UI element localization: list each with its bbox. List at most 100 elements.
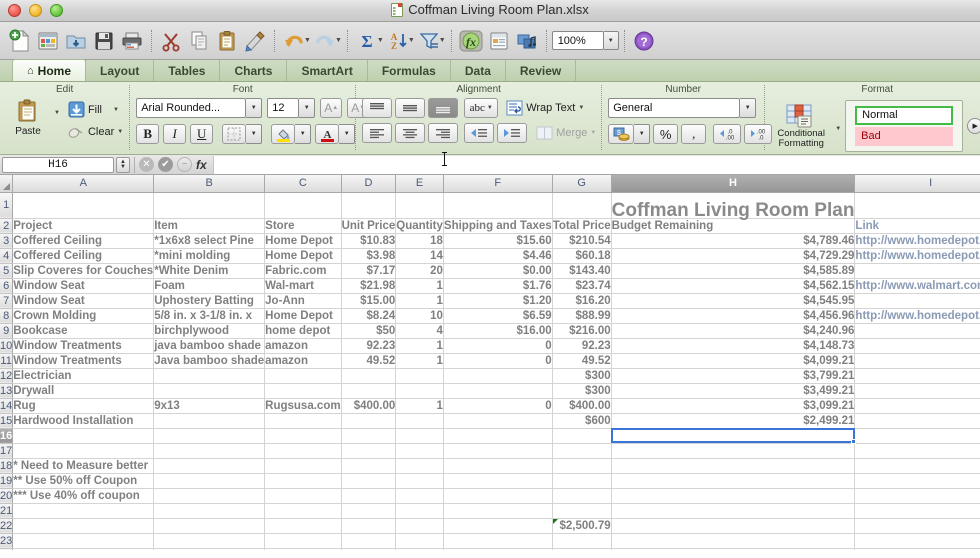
cell-A14[interactable]: Rug [12, 398, 155, 414]
cell-A10[interactable]: Window Treatments [12, 338, 155, 354]
printer-icon[interactable] [118, 26, 146, 56]
fill-button[interactable]: Fill ▼ [68, 101, 123, 118]
sheet-row[interactable]: 22 $2,500.79 [0, 518, 980, 534]
redo-arrow-icon[interactable] [311, 26, 339, 56]
cell-C17[interactable] [264, 443, 342, 459]
cell-I4[interactable]: http://www.homedepot.com [854, 248, 980, 264]
cell-B6[interactable]: Foam [153, 278, 266, 294]
cell-H22[interactable] [611, 518, 856, 534]
cell-G5[interactable]: $143.40 [552, 263, 612, 279]
cell-F11[interactable]: 0 [443, 353, 553, 369]
cell-I14[interactable] [854, 398, 980, 414]
sort-az-icon[interactable]: A Z [384, 26, 412, 56]
cell-D23[interactable] [341, 533, 397, 549]
cell-D15[interactable] [341, 413, 397, 429]
cell-C11[interactable]: amazon [264, 353, 342, 369]
new-document-icon[interactable] [6, 26, 34, 56]
cell-H20[interactable] [611, 488, 856, 504]
sheet-row[interactable]: 14 Rug 9x13 Rugsusa.com $400.00 1 0 $400.00 $3,0… [0, 398, 980, 414]
cell-F3[interactable]: $15.60 [443, 233, 553, 249]
cell-E20[interactable] [395, 488, 444, 504]
cell-A11[interactable]: Window Treatments [12, 353, 155, 369]
cell-I19[interactable] [854, 473, 980, 489]
cell-B12[interactable] [153, 368, 266, 384]
align-right-button[interactable] [428, 123, 459, 143]
gallery-icon[interactable] [34, 26, 62, 56]
cell-A21[interactable] [12, 503, 155, 519]
sheet-row[interactable]: 8 Crown Molding 5/8 in. x 3-1/8 in. x Home … [0, 308, 980, 324]
row-header-13[interactable]: 13 [0, 383, 14, 399]
cell-A9[interactable]: Bookcase [12, 323, 155, 339]
cell-F9[interactable]: $16.00 [443, 323, 553, 339]
cell-A1[interactable] [12, 192, 155, 219]
cell-C4[interactable]: Home Depot [264, 248, 342, 264]
cell-A13[interactable]: Drywall [12, 383, 155, 399]
cell-A23[interactable] [12, 533, 155, 549]
cell-G10[interactable]: 92.23 [552, 338, 612, 354]
cell-B14[interactable]: 9x13 [153, 398, 266, 414]
cell-D4[interactable]: $3.98 [341, 248, 397, 264]
cell-G23[interactable] [552, 533, 612, 549]
worksheet-table[interactable]: ABCDEFGHI 1 Coffman Living Room Plan 2 Proj… [0, 175, 980, 550]
grow-font-button[interactable]: A ▲ [320, 98, 343, 118]
sheet-row[interactable]: 18 * Need to Measure better [0, 458, 980, 474]
name-box-stepper[interactable]: ▲ ▼ [116, 156, 130, 173]
cell-H21[interactable] [611, 503, 856, 519]
cell-H13[interactable]: $3,499.21 [611, 383, 856, 399]
row-header-22[interactable]: 22 [0, 518, 14, 534]
zoom-dropdown-caret[interactable]: ▼ [603, 31, 619, 50]
tab-charts[interactable]: Charts [219, 60, 288, 81]
cell-E4[interactable]: 14 [395, 248, 444, 264]
cell-F18[interactable] [443, 458, 553, 474]
cell-H7[interactable]: $4,545.95 [611, 293, 856, 309]
cell-I17[interactable] [854, 443, 980, 459]
cell-E2[interactable]: Quantity [395, 218, 444, 234]
cell-G15[interactable]: $600 [552, 413, 612, 429]
clear-button[interactable]: Clear ▼ [68, 123, 123, 140]
cell-F19[interactable] [443, 473, 553, 489]
comma-format-button[interactable]: , [681, 124, 707, 144]
cell-G12[interactable]: $300 [552, 368, 612, 384]
cell-C2[interactable]: Store [264, 218, 342, 234]
row-header-6[interactable]: 6 [0, 278, 14, 294]
cell-D7[interactable]: $15.00 [341, 293, 397, 309]
cell-B4[interactable]: *mini molding [153, 248, 266, 264]
cell-B10[interactable]: java bamboo shade [153, 338, 266, 354]
sheet-row[interactable]: 6 Window Seat Foam Wal-mart $21.98 1 $1.76 $23.… [0, 278, 980, 294]
cell-G2[interactable]: Total Price [552, 218, 612, 234]
cell-E18[interactable] [395, 458, 444, 474]
align-top-button[interactable] [362, 98, 393, 118]
currency-dropdown-caret[interactable]: ▼ [634, 124, 651, 144]
cell-A18[interactable]: * Need to Measure better [12, 458, 155, 474]
sigma-icon[interactable]: Σ [353, 26, 381, 56]
cell-E13[interactable] [395, 383, 444, 399]
wrap-text-dropdown-caret[interactable]: ▼ [578, 105, 584, 111]
cell-C16[interactable] [264, 428, 342, 444]
cell-A4[interactable]: Coffered Ceiling [12, 248, 155, 264]
cell-F16[interactable] [443, 428, 553, 444]
sheet-row[interactable]: 19 ** Use 50% off Coupon [0, 473, 980, 489]
fill-dropdown-caret[interactable]: ▼ [113, 107, 119, 113]
sheet-row[interactable]: 1 Coffman Living Room Plan [0, 192, 980, 220]
row-header-19[interactable]: 19 [0, 473, 14, 489]
cell-G8[interactable]: $88.99 [552, 308, 612, 324]
tab-review[interactable]: Review [504, 60, 577, 81]
row-header-17[interactable]: 17 [0, 443, 14, 459]
column-header-G[interactable]: G [552, 175, 612, 193]
cell-A7[interactable]: Window Seat [12, 293, 155, 309]
sheet-row[interactable]: 17 [0, 443, 980, 459]
style-bad[interactable]: Bad [855, 126, 954, 146]
sheet-row[interactable]: 7 Window Seat Uphostery Batting Jo-Ann $15.0… [0, 293, 980, 309]
cell-F13[interactable] [443, 383, 553, 399]
cell-B23[interactable] [153, 533, 266, 549]
cell-D22[interactable] [341, 518, 397, 534]
formula-input[interactable] [212, 155, 980, 174]
column-header-E[interactable]: E [395, 175, 444, 193]
paintbrush-icon[interactable] [241, 26, 269, 56]
row-header-2[interactable]: 2 [0, 218, 14, 234]
clipboard-icon[interactable] [213, 26, 241, 56]
cell-E1[interactable] [395, 192, 444, 219]
row-header-18[interactable]: 18 [0, 458, 14, 474]
cell-A16[interactable] [12, 428, 155, 444]
cell-I12[interactable] [854, 368, 980, 384]
